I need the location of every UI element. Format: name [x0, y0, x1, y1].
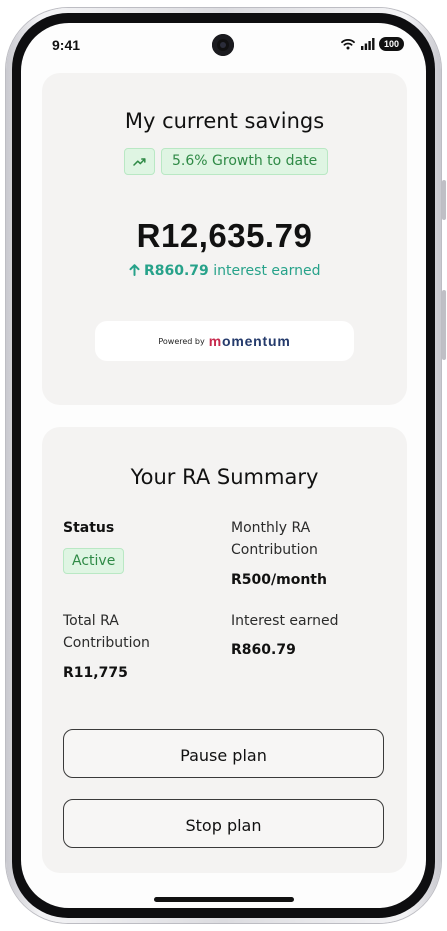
- savings-card: My current savings 5.6% Growth to date R…: [42, 73, 407, 405]
- trending-up-icon: [124, 148, 155, 175]
- ra-summary-card: Your RA Summary Status Active Monthly RA…: [42, 427, 407, 873]
- monthly-contribution-value: R500/month: [231, 572, 327, 588]
- stop-plan-button[interactable]: Stop plan: [63, 799, 384, 848]
- total-contribution-value: R11,775: [63, 665, 128, 681]
- power-button: [442, 290, 446, 360]
- interest-amount: R860.79: [143, 263, 209, 279]
- monthly-contribution-label: Monthly RA Contribution: [231, 520, 318, 558]
- summary-interest-label: Interest earned: [231, 613, 339, 629]
- interest-earned-row: R860.79 interest earned: [42, 263, 407, 279]
- powered-by-label: Powered by: [158, 336, 205, 346]
- momentum-logo: momentum: [208, 333, 291, 349]
- wifi-icon: [341, 39, 355, 50]
- powered-by-badge: Powered by momentum: [95, 321, 354, 361]
- summary-title: Your RA Summary: [130, 465, 319, 489]
- savings-amount: R12,635.79: [136, 217, 313, 254]
- growth-badge: 5.6% Growth to date: [161, 148, 329, 175]
- status-bar: 9:41 100: [21, 23, 426, 67]
- front-camera: [212, 34, 234, 56]
- status-badge: Active: [63, 548, 125, 574]
- summary-interest-value: R860.79: [231, 642, 296, 658]
- app-screen: 9:41 100 My current savings 5.6% Growth …: [21, 23, 426, 908]
- savings-title: My current savings: [124, 109, 325, 133]
- total-contribution-label: Total RA Contribution: [63, 613, 150, 651]
- status-time: 9:41: [52, 37, 81, 53]
- signal-icon: [361, 38, 375, 50]
- battery-icon: 100: [379, 37, 404, 51]
- home-indicator[interactable]: [154, 897, 294, 902]
- pause-plan-button[interactable]: Pause plan: [63, 729, 384, 778]
- volume-button: [442, 180, 446, 220]
- status-label: Status: [63, 520, 115, 536]
- interest-label: interest earned: [213, 263, 321, 279]
- arrow-up-icon: [129, 264, 140, 276]
